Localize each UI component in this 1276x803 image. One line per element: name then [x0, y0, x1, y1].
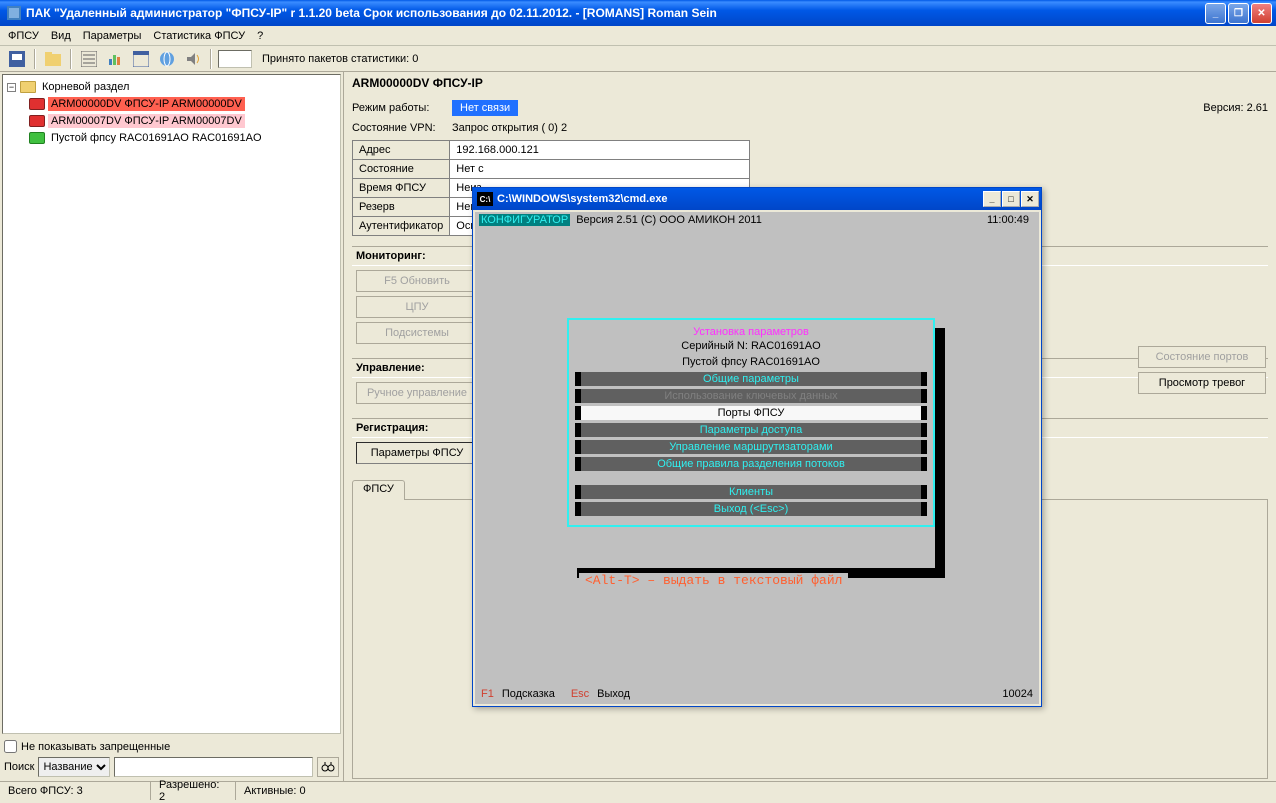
menu-view[interactable]: Вид: [51, 30, 71, 42]
mode-badge: Нет связи: [452, 100, 518, 116]
app-icon: [6, 5, 22, 21]
close-button[interactable]: ✕: [1251, 3, 1272, 24]
esc-key: Esc: [571, 688, 589, 700]
menu-stats[interactable]: Статистика ФПСУ: [153, 30, 245, 42]
tree-root[interactable]: − Корневой раздел: [7, 79, 336, 95]
cmd-titlebar[interactable]: C:\ C:\WINDOWS\system32\cmd.exe _ □ ✕: [473, 188, 1041, 210]
cmd-maximize-button[interactable]: □: [1002, 191, 1020, 207]
search-mode-select[interactable]: Название: [38, 757, 110, 777]
view-alarms-button[interactable]: Просмотр тревог: [1138, 372, 1266, 394]
mode-label: Режим работы:: [352, 102, 452, 114]
cmd-option[interactable]: Клиенты: [581, 485, 921, 499]
window-titlebar: ПАК "Удаленный администратор "ФПСУ-IP" r…: [0, 0, 1276, 26]
maximize-button[interactable]: ❐: [1228, 3, 1249, 24]
tab-fpsu[interactable]: ФПСУ: [352, 480, 405, 500]
cmd-minimize-button[interactable]: _: [983, 191, 1001, 207]
menu-fpsu[interactable]: ФПСУ: [8, 30, 39, 42]
cmd-body: КОНФИГУРАТОР Версия 2.51 (C) ООО АМИКОН …: [475, 212, 1039, 704]
device-red-icon: [29, 115, 45, 127]
status-bar: Всего ФПСУ: 3 Разрешено: 2 Активные: 0: [0, 781, 1276, 800]
manual-control-button[interactable]: Ручное управление: [356, 382, 478, 404]
cmd-serial: Серийный N: RAC01691AO: [575, 340, 927, 352]
device-red-icon: [29, 98, 45, 110]
tree-root-label: Корневой раздел: [39, 80, 132, 94]
cmd-time: 11:00:49: [987, 214, 1029, 226]
version-label: Версия: 2.61: [1203, 102, 1268, 114]
detail-title: ARM00000DV ФПСУ-IP: [352, 76, 1268, 90]
status-allowed: Разрешено: 2: [150, 782, 235, 800]
cmd-close-button[interactable]: ✕: [1021, 191, 1039, 207]
cmd-option[interactable]: Управление маршрутизаторами: [581, 440, 921, 454]
tree-item-label: ARM00007DV ФПСУ-IP ARM00007DV: [48, 114, 245, 128]
list-icon[interactable]: [78, 48, 100, 70]
hide-denied-checkbox[interactable]: [4, 740, 17, 753]
folder-icon: [20, 81, 36, 93]
minimize-button[interactable]: _: [1205, 3, 1226, 24]
cmd-option[interactable]: Использование ключевых данных: [581, 389, 921, 403]
tree-item-label: Пустой фпсу RAC01691AO RAC01691AO: [48, 131, 265, 145]
cmd-hint: <Alt-T> – выдать в текстовый файл: [579, 573, 848, 588]
menu-params[interactable]: Параметры: [83, 30, 142, 42]
tree-item[interactable]: ARM00007DV ФПСУ-IP ARM00007DV: [29, 113, 336, 129]
table-row: СостояниеНет с: [353, 160, 750, 179]
cmd-number: 10024: [1002, 688, 1033, 700]
cmd-option[interactable]: Параметры доступа: [581, 423, 921, 437]
f1-key: F1: [481, 688, 494, 700]
ports-state-button[interactable]: Состояние портов: [1138, 346, 1266, 368]
hide-denied-label: Не показывать запрещенные: [21, 741, 170, 753]
cmd-footer: F1 Подсказка Esc Выход 10024: [481, 688, 1033, 700]
esc-text: Выход: [597, 688, 630, 700]
save-icon[interactable]: [6, 48, 28, 70]
device-tree[interactable]: − Корневой раздел ARM00000DV ФПСУ-IP ARM…: [2, 74, 341, 734]
cmd-empty-label: Пустой фпсу RAC01691AO: [575, 356, 927, 368]
vpn-state-label: Состояние VPN:: [352, 122, 452, 134]
stats-label: Принято пакетов статистики: 0: [262, 53, 418, 65]
cmd-configurator-label: КОНФИГУРАТОР: [479, 214, 570, 226]
folder-icon[interactable]: [42, 48, 64, 70]
menu-help[interactable]: ?: [257, 30, 263, 42]
tree-item-label: ARM00000DV ФПСУ-IP ARM00000DV: [48, 97, 245, 111]
cmd-title: C:\WINDOWS\system32\cmd.exe: [497, 193, 668, 205]
window-title: ПАК "Удаленный администратор "ФПСУ-IP" r…: [26, 6, 1205, 20]
cmd-version-label: Версия 2.51 (C) ООО АМИКОН 2011: [576, 214, 762, 226]
vpn-state-value: Запрос открытия ( 0) 2: [452, 122, 567, 134]
chart-icon[interactable]: [104, 48, 126, 70]
device-green-icon: [29, 132, 45, 144]
refresh-button[interactable]: F5 Обновить: [356, 270, 478, 292]
cmd-option-selected[interactable]: Порты ФПСУ: [581, 406, 921, 420]
status-total: Всего ФПСУ: 3: [0, 782, 150, 800]
sound-icon[interactable]: [182, 48, 204, 70]
subsystems-button[interactable]: Подсистемы: [356, 322, 478, 344]
tree-panel: − Корневой раздел ARM00000DV ФПСУ-IP ARM…: [0, 72, 344, 781]
cmd-menu: Установка параметров Серийный N: RAC0169…: [567, 318, 935, 527]
toolbar: Принято пакетов статистики: 0: [0, 46, 1276, 72]
menu-bar: ФПСУ Вид Параметры Статистика ФПСУ ?: [0, 26, 1276, 46]
search-input[interactable]: [114, 757, 313, 777]
table-row: Адрес192.168.000.121: [353, 141, 750, 160]
app-window-icon[interactable]: [130, 48, 152, 70]
cmd-window[interactable]: C:\ C:\WINDOWS\system32\cmd.exe _ □ ✕ КО…: [472, 187, 1042, 707]
tree-item[interactable]: ARM00000DV ФПСУ-IP ARM00000DV: [29, 96, 336, 112]
tree-item[interactable]: Пустой фпсу RAC01691AO RAC01691AO: [29, 130, 336, 146]
f1-text: Подсказка: [502, 688, 555, 700]
cmd-menu-title: Установка параметров: [575, 326, 927, 338]
menu-shadow: [935, 328, 945, 574]
fpsu-params-button[interactable]: Параметры ФПСУ: [356, 442, 478, 464]
binoculars-icon[interactable]: [317, 757, 339, 777]
cmd-icon: C:\: [477, 192, 493, 206]
globe-icon[interactable]: [156, 48, 178, 70]
cpu-button[interactable]: ЦПУ: [356, 296, 478, 318]
stats-counter-box: [218, 50, 252, 68]
search-label: Поиск: [4, 761, 34, 773]
cmd-option-exit[interactable]: Выход (<Esc>): [581, 502, 921, 516]
cmd-option[interactable]: Общие параметры: [581, 372, 921, 386]
expand-icon[interactable]: −: [7, 83, 16, 92]
status-active: Активные: 0: [235, 782, 1276, 800]
cmd-option[interactable]: Общие правила разделения потоков: [581, 457, 921, 471]
